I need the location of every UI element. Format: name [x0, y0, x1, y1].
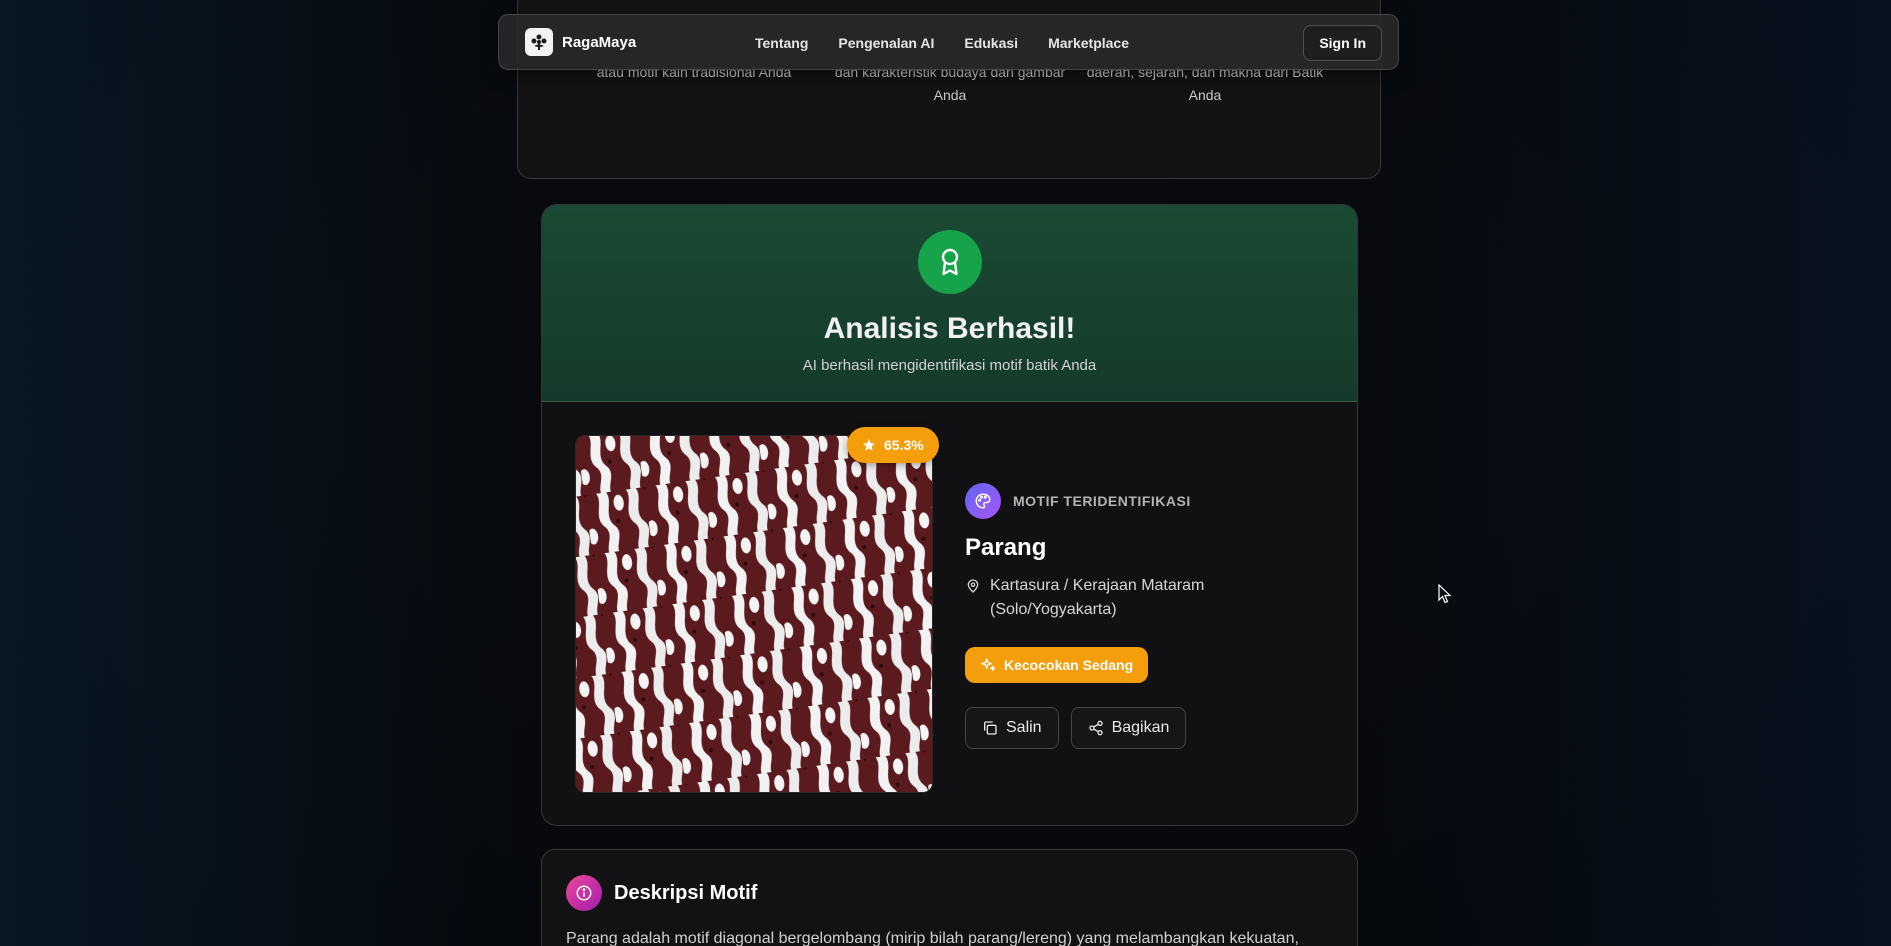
- description-text: Parang adalah motif diagonal bergelomban…: [566, 930, 1299, 946]
- copy-label: Salin: [1006, 719, 1042, 736]
- motif-description-card: Deskripsi Motif Parang adalah motif diag…: [541, 849, 1358, 946]
- copy-icon: [984, 721, 997, 735]
- description-title: Deskripsi Motif: [614, 881, 758, 904]
- motif-label: MOTIF TERIDENTIFIKASI: [1013, 493, 1191, 509]
- motif-name: Parang: [965, 534, 1047, 561]
- share-icon: [1088, 720, 1103, 736]
- match-level-badge: Kecocokan Sedang: [965, 647, 1149, 683]
- result-header: Analisis Berhasil! AI berhasil mengident…: [542, 205, 1357, 402]
- nav-marketplace[interactable]: Marketplace: [1048, 35, 1129, 51]
- brand[interactable]: RagaMaya: [525, 28, 636, 56]
- sign-in-button[interactable]: Sign In: [1303, 25, 1382, 61]
- origin-text: Kartasura / Kerajaan Mataram (Solo/Yogya…: [990, 577, 1205, 618]
- brand-name: RagaMaya: [562, 33, 637, 51]
- ragamaya-logo-icon: [525, 28, 553, 56]
- star-icon: [863, 439, 875, 451]
- uploaded-batik-image: [575, 435, 933, 793]
- motif-origin: Kartasura / Kerajaan Mataram (Solo/Yogya…: [965, 574, 1345, 622]
- map-pin-icon: [967, 579, 979, 593]
- share-button[interactable]: Bagikan: [1070, 707, 1187, 749]
- confidence-value: 65.3%: [884, 437, 924, 453]
- sparkles-icon: [981, 658, 996, 671]
- info-icon: [566, 875, 602, 911]
- nav-pengenalan-ai[interactable]: Pengenalan AI: [838, 35, 934, 51]
- nav-edukasi[interactable]: Edukasi: [964, 35, 1018, 51]
- match-level-text: Kecocokan Sedang: [1004, 657, 1134, 673]
- analysis-result-card: Analisis Berhasil! AI berhasil mengident…: [541, 204, 1358, 826]
- award-icon: [918, 230, 982, 294]
- nav-links: Tentang Pengenalan AI Edukasi Marketplac…: [755, 15, 1159, 71]
- description-header: Deskripsi Motif: [566, 875, 757, 911]
- motif-info: MOTIF TERIDENTIFIKASI Parang Kartasura /…: [965, 483, 1345, 749]
- mouse-cursor-icon: [1438, 584, 1452, 604]
- result-actions: Salin Bagikan: [965, 707, 1345, 749]
- share-label: Bagikan: [1111, 719, 1170, 736]
- result-subtitle: AI berhasil mengidentifikasi motif batik…: [802, 357, 1097, 374]
- palette-icon: [965, 483, 1001, 519]
- confidence-badge: 65.3%: [847, 427, 939, 463]
- motif-label-row: MOTIF TERIDENTIFIKASI: [965, 483, 1345, 519]
- nav-tentang[interactable]: Tentang: [755, 35, 808, 51]
- result-title: Analisis Berhasil!: [823, 312, 1076, 345]
- copy-button[interactable]: Salin: [965, 707, 1059, 749]
- top-navbar: RagaMaya Tentang Pengenalan AI Edukasi M…: [498, 14, 1399, 70]
